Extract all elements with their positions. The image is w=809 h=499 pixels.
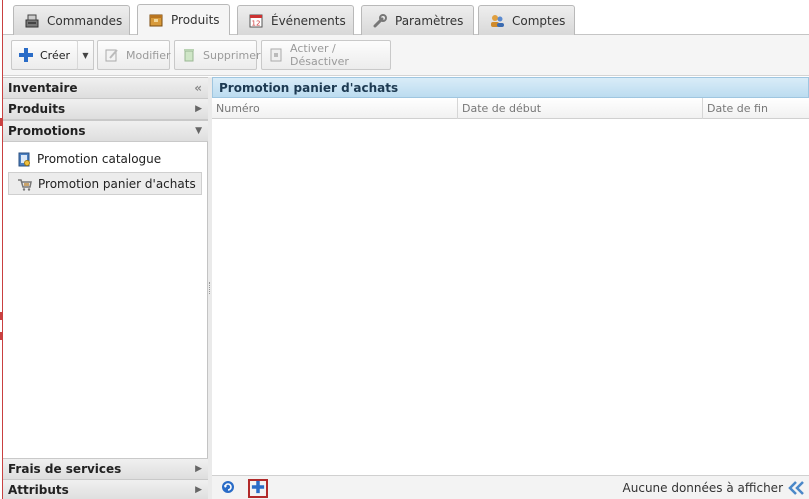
- create-dropdown-button[interactable]: ▼: [77, 40, 94, 70]
- navigation-panel: Inventaire « Produits ▶ Promotions ▼ Pro…: [3, 77, 208, 499]
- chevron-down-icon: ▼: [195, 126, 202, 136]
- section-attributs[interactable]: Attributs ▶: [3, 479, 208, 499]
- double-chevron-left-icon: [787, 481, 805, 499]
- section-inventaire[interactable]: Inventaire «: [3, 77, 208, 99]
- grid-footer: Aucune données à afficher: [212, 475, 809, 499]
- trash-icon: [181, 47, 197, 63]
- collapse-button[interactable]: [787, 480, 805, 496]
- modify-button[interactable]: Modifier: [97, 40, 170, 70]
- toggle-label: Activer / Désactiver: [290, 42, 349, 68]
- section-label: Attributs: [8, 483, 69, 497]
- sidebar-item-promotion-panier[interactable]: Promotion panier d'achats: [8, 172, 202, 195]
- section-label: Frais de services: [8, 462, 122, 476]
- sidebar-item-label: Promotion catalogue: [37, 151, 162, 166]
- column-header-date-debut[interactable]: Date de début: [458, 98, 703, 119]
- chevron-right-icon: ▶: [195, 104, 202, 114]
- tab-evenements[interactable]: 12 Événements: [237, 5, 354, 35]
- tab-commandes[interactable]: Commandes: [13, 5, 130, 35]
- delete-label: Supprimer: [203, 48, 261, 62]
- delete-button[interactable]: Supprimer: [174, 40, 261, 70]
- section-produits[interactable]: Produits ▶: [3, 98, 208, 120]
- tab-label: Produits: [171, 13, 220, 27]
- main-panel: Promotion panier d'achats Numéro Date de…: [212, 77, 809, 499]
- refresh-icon: [220, 479, 236, 498]
- create-button[interactable]: Créer: [11, 40, 78, 70]
- section-frais-de-services[interactable]: Frais de services ▶: [3, 458, 208, 480]
- tab-bar: Commandes Produits 12 Événements Paramèt…: [3, 0, 809, 35]
- grid-body: [212, 119, 809, 475]
- users-icon: [489, 13, 505, 29]
- chevron-down-icon: ▼: [82, 50, 89, 60]
- section-promotions[interactable]: Promotions ▼: [3, 120, 208, 142]
- modify-label: Modifier: [126, 48, 171, 62]
- tab-label: Paramètres: [395, 13, 464, 28]
- grid-header: Numéro Date de début Date de fin: [212, 98, 809, 119]
- plus-icon: [18, 47, 34, 63]
- frame-mark: [0, 312, 2, 320]
- cash-register-icon: [24, 13, 40, 29]
- toolbar: Créer ▼ Modifier Supprimer Activer / Dés…: [3, 35, 809, 76]
- section-label: Promotions: [8, 124, 86, 138]
- tab-label: Commandes: [47, 13, 123, 28]
- column-header-numero[interactable]: Numéro: [212, 98, 458, 119]
- tab-produits[interactable]: Produits: [137, 4, 230, 35]
- plus-icon: [251, 480, 265, 497]
- toggle-active-button[interactable]: Activer / Désactiver: [261, 40, 391, 70]
- panel-title: Promotion panier d'achats: [212, 77, 809, 98]
- tab-parametres[interactable]: Paramètres: [361, 5, 474, 35]
- svg-text:12: 12: [252, 19, 261, 27]
- edit-icon: [104, 47, 120, 63]
- wrench-icon: [372, 13, 388, 29]
- toggle-icon: [268, 47, 284, 63]
- chevron-right-icon: ▶: [195, 464, 202, 474]
- tab-label: Comptes: [512, 13, 566, 28]
- refresh-button[interactable]: [218, 479, 238, 498]
- sidebar-item-promotion-catalogue[interactable]: Promotion catalogue: [8, 147, 202, 170]
- create-label: Créer: [40, 48, 71, 62]
- cart-promo-icon: [17, 176, 33, 192]
- box-icon: [148, 12, 164, 28]
- frame-mark: [0, 332, 2, 340]
- column-header-date-fin[interactable]: Date de fin: [703, 98, 809, 119]
- collapse-panel-icon[interactable]: «: [194, 81, 202, 95]
- chevron-right-icon: ▶: [195, 485, 202, 495]
- splitter-grip[interactable]: [209, 282, 211, 294]
- frame-mark: [0, 118, 2, 126]
- add-row-button[interactable]: [248, 479, 268, 498]
- calendar-icon: 12: [248, 13, 264, 29]
- section-label: Inventaire: [8, 81, 78, 95]
- empty-grid-message: Aucune données à afficher: [622, 481, 783, 495]
- tab-comptes[interactable]: Comptes: [478, 5, 575, 35]
- catalog-promo-icon: [16, 151, 32, 167]
- section-label: Produits: [8, 102, 66, 116]
- sidebar-item-label: Promotion panier d'achats: [38, 176, 196, 191]
- tab-label: Événements: [271, 13, 346, 28]
